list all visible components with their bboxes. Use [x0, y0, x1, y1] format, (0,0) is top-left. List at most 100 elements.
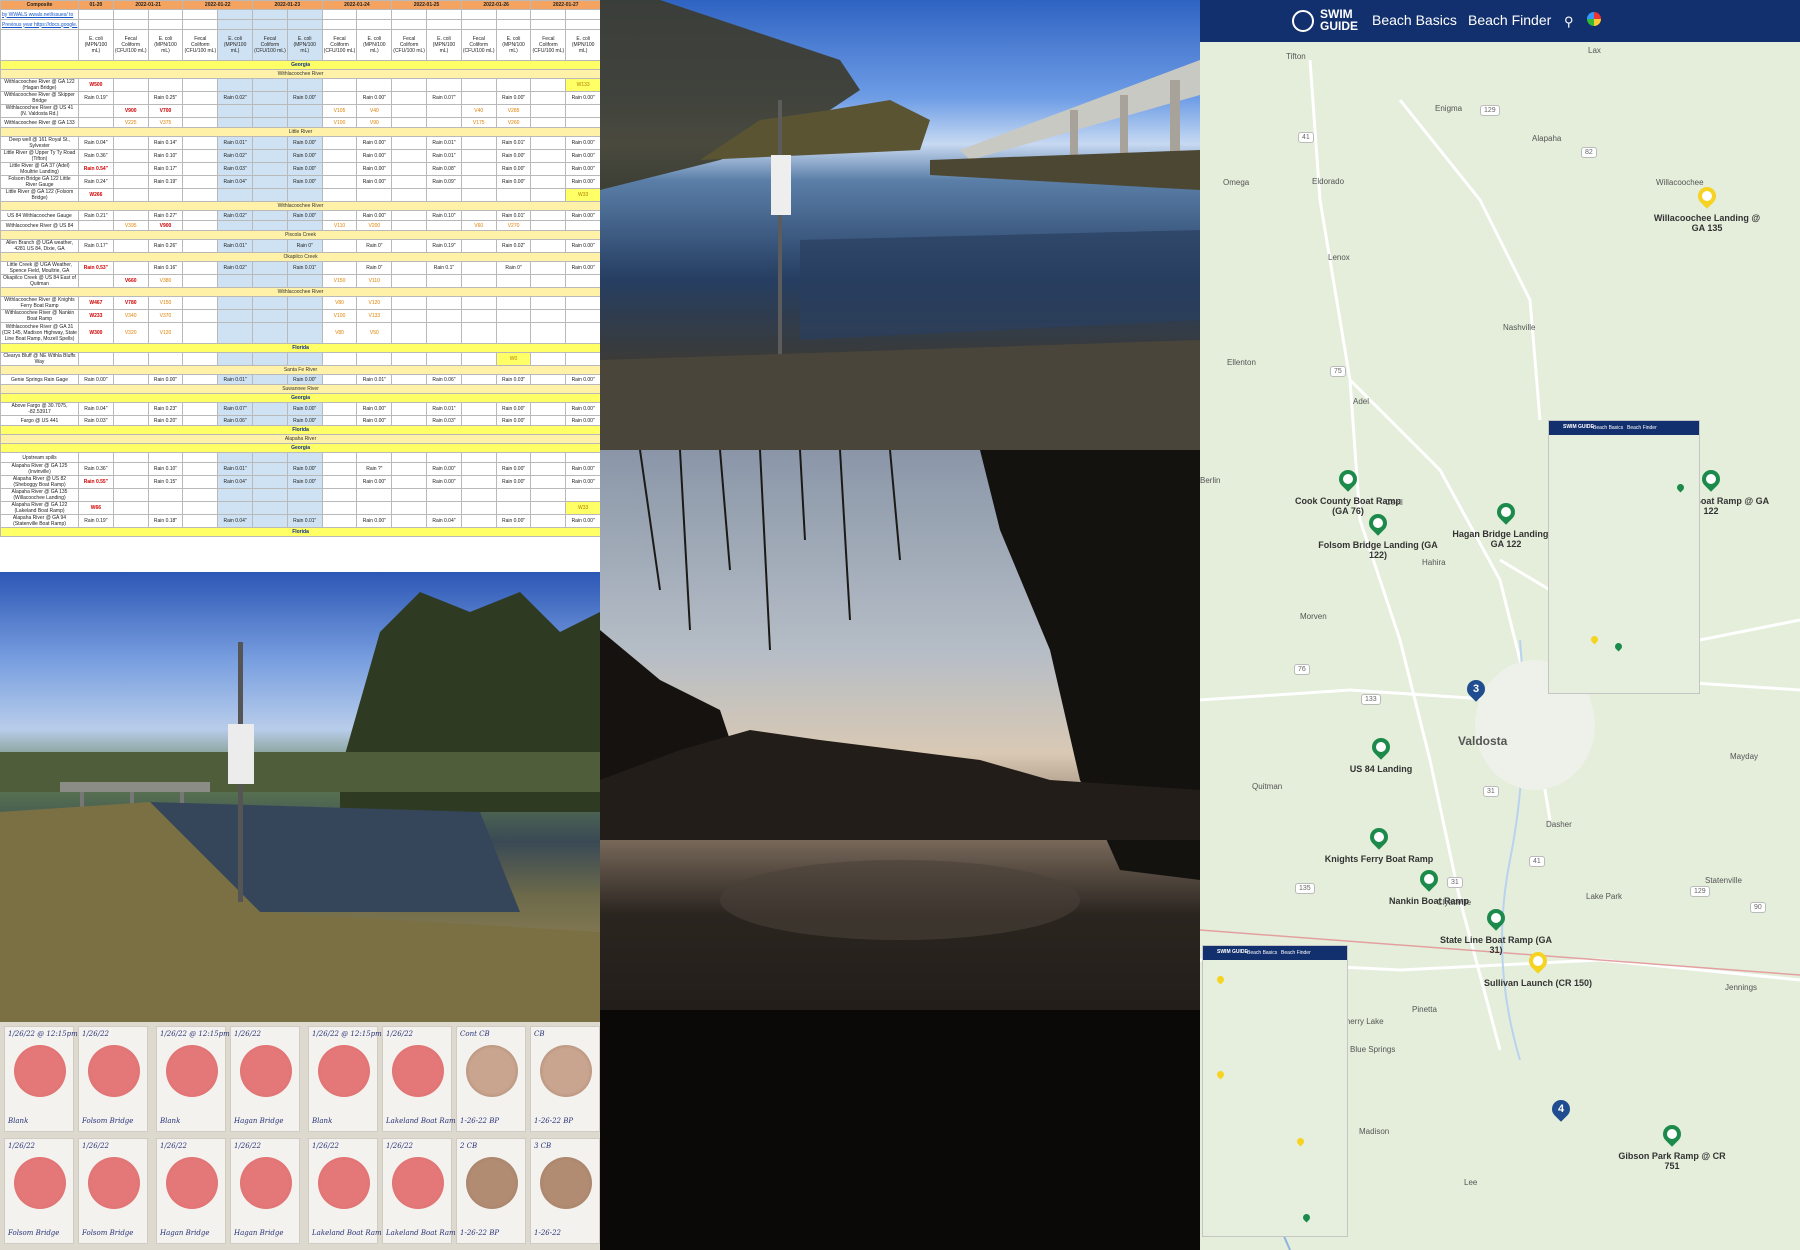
data-row: Alapaha River @ GA 135 (Willacoochee Lan…: [0, 488, 600, 502]
language-globe-icon[interactable]: [1587, 12, 1601, 26]
value-cell: [460, 514, 497, 528]
data-row: Upstream spills: [0, 452, 600, 463]
value-cell: [321, 210, 358, 221]
value-cell: Rain 0.00": [565, 261, 600, 275]
data-row: Alapaha River @ GA 125 (Irwinville) Rain …: [0, 462, 600, 476]
value-cell: Rain 0.00": [286, 374, 323, 385]
value-cell: Rain 0.00": [565, 415, 600, 426]
value-cell: [391, 475, 428, 489]
cluster-count[interactable]: 3: [1467, 680, 1485, 698]
nav-beach-basics[interactable]: Beach Basics: [1372, 12, 1457, 28]
value-cell: [182, 117, 219, 128]
map-place-label: Valdosta: [1458, 734, 1508, 748]
value-cell: [321, 261, 358, 275]
cluster-count[interactable]: 4: [1552, 1100, 1570, 1118]
data-row: Alapaha River @ GA 122 (Lakeland Boat Ra…: [0, 501, 600, 515]
inset-pin: [1215, 1069, 1226, 1080]
plate-site-label: Hagan Bridge: [234, 1117, 284, 1125]
swim-guide-map[interactable]: SWIM GUIDE Beach Basics Beach Finder ⚲ T…: [1200, 0, 1800, 1250]
value-cell: [460, 501, 497, 515]
column-header-cell: E. coli (MPN/100 mL): [147, 29, 184, 61]
blank-cell: [530, 9, 567, 20]
value-cell: [252, 149, 288, 163]
beach-site-label[interactable]: Folsom Bridge Landing (GA 122): [1318, 540, 1438, 560]
site-name-cell: Withlacoochee River @ US 84: [0, 220, 79, 231]
value-cell: [217, 452, 254, 463]
value-cell: V60: [460, 220, 497, 231]
value-cell: [391, 188, 428, 202]
value-cell: V50: [356, 322, 393, 344]
blank-cell: [460, 19, 497, 30]
column-header-cell: E. coli (MPN/100 mL): [78, 29, 114, 61]
beach-site-label[interactable]: Cook County Boat Ramp (GA 76): [1288, 496, 1408, 516]
value-cell: [147, 452, 184, 463]
value-cell: W0: [495, 352, 532, 366]
value-cell: Rain 0.01": [495, 210, 532, 221]
petri-dish: [392, 1045, 444, 1097]
value-cell: V120: [356, 296, 393, 310]
value-cell: [78, 452, 114, 463]
value-cell: Rain 0.06": [217, 415, 254, 426]
value-cell: Rain 0.18": [147, 514, 184, 528]
data-row: Folsom Bridge GA 122 Little River Gauge R…: [0, 175, 600, 189]
value-cell: Rain 0.00": [426, 462, 462, 476]
value-cell: V40: [460, 104, 497, 118]
value-cell: [252, 210, 288, 221]
value-cell: Rain 0.00": [565, 136, 600, 150]
value-cell: [565, 352, 600, 366]
swim-guide-logo-icon[interactable]: [1292, 10, 1314, 32]
value-cell: Rain 0.00": [356, 402, 393, 416]
plate-site-label: Lakeland Boat Ramp: [386, 1229, 461, 1237]
petri-plate-card: 1/26/22 Hagan Bridge: [156, 1138, 226, 1244]
swim-guide-logo-text[interactable]: SWIM GUIDE: [1320, 8, 1370, 32]
site-name-cell: Deep well @ 161 Royal St., Sylvester: [0, 136, 79, 150]
value-cell: [286, 117, 323, 128]
value-cell: [182, 462, 219, 476]
value-cell: Rain 0.27": [147, 210, 184, 221]
beach-site-label[interactable]: Nankin Boat Ramp: [1369, 896, 1489, 906]
swimmer-icon: [1488, 910, 1504, 926]
value-cell: [321, 352, 358, 366]
value-cell: [182, 175, 219, 189]
site-name-cell: Little River: [0, 127, 600, 137]
petri-plate-card: 1/26/22 @ 12:15pm Blank: [308, 1026, 382, 1132]
value-cell: [252, 239, 288, 253]
petri-dish: [88, 1045, 140, 1097]
blank-cell: [182, 19, 219, 30]
value-cell: V900: [147, 220, 184, 231]
petri-dish: [14, 1157, 66, 1209]
value-cell: Rain 0.04": [426, 514, 462, 528]
value-cell: [112, 475, 149, 489]
beach-site-label[interactable]: US 84 Landing: [1321, 764, 1441, 774]
plate-site-label: Lakeland Boat Ramp: [312, 1229, 387, 1237]
beach-site-label[interactable]: Gibson Park Ramp @ CR 751: [1612, 1151, 1732, 1171]
nav-beach-finder[interactable]: Beach Finder: [1468, 12, 1551, 28]
value-cell: V150: [147, 296, 184, 310]
value-cell: [460, 475, 497, 489]
value-cell: [252, 78, 288, 92]
value-cell: [78, 104, 114, 118]
date-header-cell: 2022-01-23: [252, 0, 323, 10]
blank-cell: [286, 19, 323, 30]
value-cell: [495, 309, 532, 323]
value-cell: [460, 415, 497, 426]
value-cell: W500: [78, 78, 114, 92]
value-cell: Rain 0": [286, 239, 323, 253]
map-place-label: Lake Park: [1586, 892, 1623, 901]
value-cell: Rain 0.23": [147, 402, 184, 416]
search-icon[interactable]: ⚲: [1564, 14, 1574, 30]
value-cell: Rain 0.01": [426, 149, 462, 163]
value-cell: [252, 162, 288, 176]
value-cell: Rain 0.00": [565, 402, 600, 416]
value-cell: [391, 488, 428, 502]
petri-plate-card: 2 CB 1-26-22 BP: [456, 1138, 526, 1244]
road-shield: 31: [1447, 877, 1463, 888]
beach-site-label[interactable]: Sullivan Launch (CR 150): [1478, 978, 1598, 988]
value-cell: [252, 402, 288, 416]
value-cell: [391, 91, 428, 105]
value-cell: [530, 415, 567, 426]
road-shield: 90: [1750, 902, 1766, 913]
beach-site-label[interactable]: Willacoochee Landing @ GA 135: [1647, 213, 1767, 233]
beach-site-label[interactable]: Knights Ferry Boat Ramp: [1319, 854, 1439, 864]
date-header-cell: 2022-01-26: [460, 0, 532, 10]
